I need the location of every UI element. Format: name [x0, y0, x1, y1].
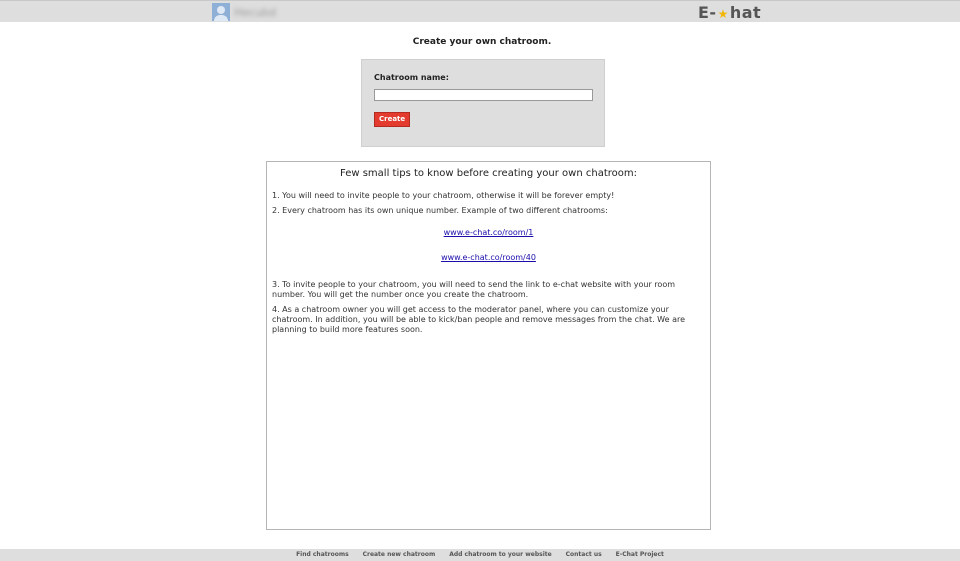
tip-item: 3. To invite people to your chatroom, yo… [272, 280, 676, 299]
logo-prefix: E- [698, 3, 717, 22]
create-button[interactable]: Create [374, 112, 411, 127]
create-chatroom-form: Chatroom name: Create [361, 59, 605, 147]
tip-item: 4. As a chatroom owner you will get acce… [272, 305, 686, 334]
logo-suffix: hat [729, 3, 762, 22]
avatar-head [217, 6, 225, 14]
page-title: Create your own chatroom. [412, 37, 552, 47]
example-room-link[interactable]: www.e-chat.co/room/1 [267, 228, 710, 237]
footer-link-create-new-chatroom[interactable]: Create new chatroom [363, 549, 436, 561]
footer-link-contact-us[interactable]: Contact us [566, 549, 602, 561]
footer-link-add-chatroom[interactable]: Add chatroom to your website [449, 549, 552, 561]
tips-panel: Few small tips to know before creating y… [266, 161, 711, 530]
footer-link-echat-project[interactable]: E-Chat Project [616, 549, 664, 561]
tip-item: 2. Every chatroom has its own unique num… [272, 206, 608, 215]
logo[interactable]: E-★hat [698, 3, 761, 22]
star-icon: ★ [717, 7, 729, 21]
avatar[interactable] [212, 3, 230, 21]
footer-link-find-chatrooms[interactable]: Find chatrooms [296, 549, 349, 561]
username[interactable]: Hecubd [234, 6, 276, 19]
chatroom-name-label: Chatroom name: [374, 73, 449, 82]
avatar-body [214, 15, 228, 21]
tips-heading: Few small tips to know before creating y… [340, 168, 637, 179]
example-room-link[interactable]: www.e-chat.co/room/40 [267, 253, 710, 262]
top-bar: Hecubd E-★hat [0, 0, 960, 22]
chatroom-name-input[interactable] [374, 89, 593, 101]
tip-item: 1. You will need to invite people to you… [272, 191, 615, 200]
footer: Find chatrooms Create new chatroom Add c… [0, 549, 960, 561]
